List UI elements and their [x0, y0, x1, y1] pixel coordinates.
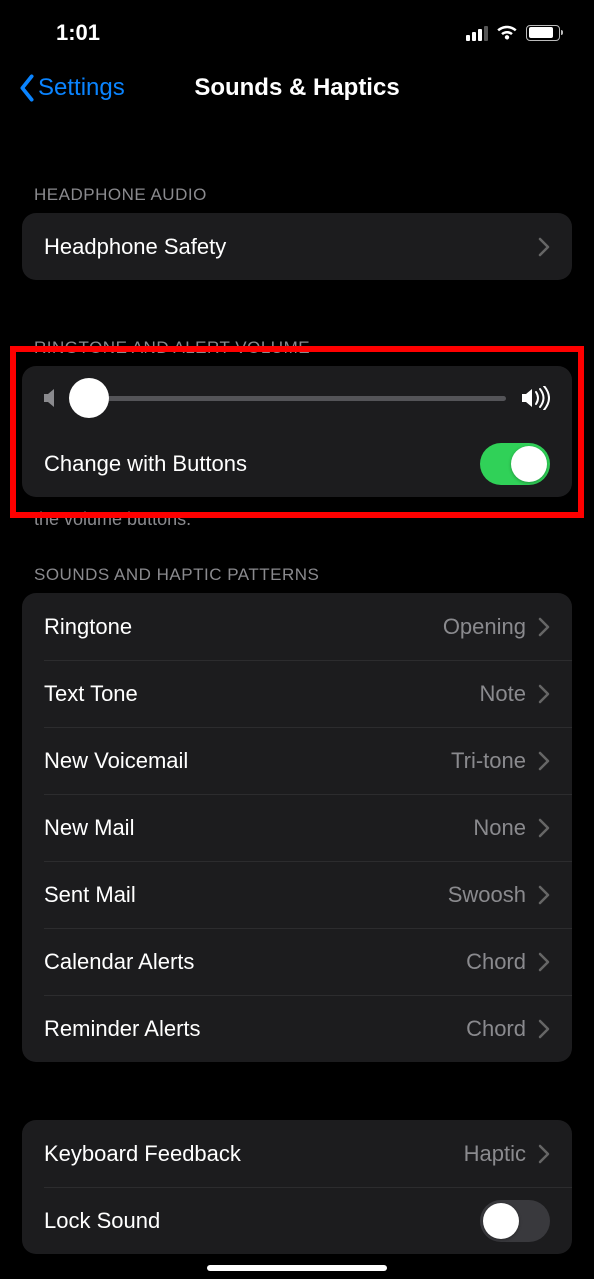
home-indicator[interactable] [207, 1265, 387, 1271]
chevron-right-icon [538, 818, 550, 838]
back-button[interactable]: Settings [18, 74, 125, 102]
cellular-icon [466, 25, 488, 41]
row-value: Haptic [464, 1141, 526, 1167]
status-icons [466, 25, 560, 41]
chevron-right-icon [538, 952, 550, 972]
row-value: Chord [466, 949, 526, 975]
row-label: Calendar Alerts [44, 949, 466, 975]
row-change-with-buttons[interactable]: Change with Buttons [22, 430, 572, 497]
row-label: Sent Mail [44, 882, 448, 908]
row-value: Swoosh [448, 882, 526, 908]
row-value: Note [480, 681, 526, 707]
volume-high-icon [522, 386, 550, 410]
toggle-lock-sound[interactable] [480, 1200, 550, 1242]
row-ringtone[interactable]: Ringtone Opening [22, 593, 572, 660]
chevron-right-icon [538, 684, 550, 704]
chevron-right-icon [538, 751, 550, 771]
status-bar: 1:01 [0, 0, 594, 55]
row-keyboard-feedback[interactable]: Keyboard Feedback Haptic [22, 1120, 572, 1187]
volume-low-icon [44, 388, 60, 408]
chevron-right-icon [538, 885, 550, 905]
group-misc: Keyboard Feedback Haptic Lock Sound [22, 1120, 572, 1254]
row-lock-sound[interactable]: Lock Sound [22, 1187, 572, 1254]
nav-bar: Settings Sounds & Haptics [0, 55, 594, 121]
toggle-change-with-buttons[interactable] [480, 443, 550, 485]
row-value: Tri-tone [451, 748, 526, 774]
group-headphone: Headphone Safety [22, 213, 572, 280]
row-new-voicemail[interactable]: New Voicemail Tri-tone [22, 727, 572, 794]
battery-icon [526, 25, 560, 41]
section-header-ringtone-volume: RINGTONE AND ALERT VOLUME [22, 338, 572, 366]
row-value: None [473, 815, 526, 841]
row-new-mail[interactable]: New Mail None [22, 794, 572, 861]
row-label: Keyboard Feedback [44, 1141, 464, 1167]
chevron-right-icon [538, 237, 550, 257]
row-value: Opening [443, 614, 526, 640]
row-label: Change with Buttons [44, 451, 480, 477]
chevron-right-icon [538, 1144, 550, 1164]
chevron-right-icon [538, 617, 550, 637]
row-headphone-safety[interactable]: Headphone Safety [22, 213, 572, 280]
section-header-patterns: SOUNDS AND HAPTIC PATTERNS [22, 565, 572, 593]
row-label: Headphone Safety [44, 234, 538, 260]
section-header-headphone: HEADPHONE AUDIO [22, 185, 572, 213]
group-ringtone-volume: Change with Buttons [22, 366, 572, 497]
row-label: Text Tone [44, 681, 480, 707]
row-text-tone[interactable]: Text Tone Note [22, 660, 572, 727]
row-label: Reminder Alerts [44, 1016, 466, 1042]
slider-thumb[interactable] [69, 378, 109, 418]
row-calendar-alerts[interactable]: Calendar Alerts Chord [22, 928, 572, 995]
wifi-icon [496, 25, 518, 41]
section-footer-volume: the volume buttons. [22, 497, 572, 531]
row-reminder-alerts[interactable]: Reminder Alerts Chord [22, 995, 572, 1062]
row-label: New Voicemail [44, 748, 451, 774]
row-value: Chord [466, 1016, 526, 1042]
row-label: Ringtone [44, 614, 443, 640]
chevron-right-icon [538, 1019, 550, 1039]
row-label: Lock Sound [44, 1208, 480, 1234]
volume-slider[interactable] [76, 396, 506, 401]
chevron-left-icon [18, 74, 36, 102]
status-time: 1:01 [56, 20, 100, 46]
group-patterns: Ringtone Opening Text Tone Note New Voic… [22, 593, 572, 1062]
row-volume-slider[interactable] [22, 366, 572, 430]
row-sent-mail[interactable]: Sent Mail Swoosh [22, 861, 572, 928]
back-label: Settings [38, 74, 125, 102]
row-label: New Mail [44, 815, 473, 841]
